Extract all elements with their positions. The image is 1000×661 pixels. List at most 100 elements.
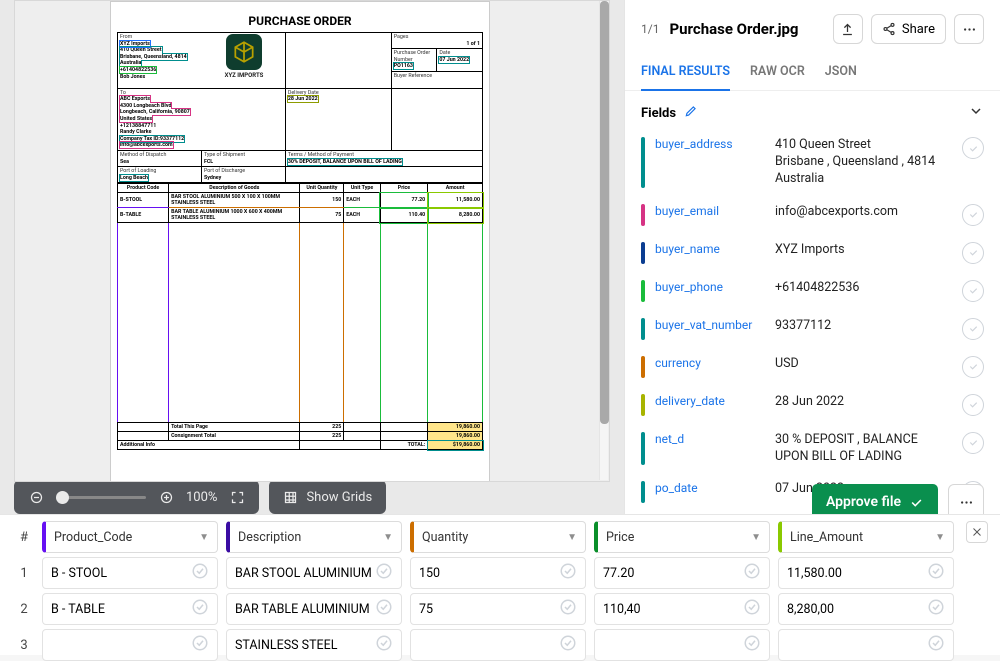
row-header: # (14, 530, 34, 545)
cell-approve-check[interactable] (375, 598, 393, 620)
zoom-out-button[interactable] (24, 485, 48, 509)
field-row: buyer_name XYZ Imports (641, 234, 984, 272)
tab-final-results[interactable]: FINAL RESULTS (641, 58, 730, 91)
cell-approve-check[interactable] (743, 634, 761, 656)
field-name[interactable]: buyer_email (655, 204, 765, 218)
cell-product-code[interactable]: B - STOOL (42, 557, 218, 589)
cell-line-amount[interactable]: 11,580.00 (778, 557, 954, 589)
table-row: 2 B - TABLEBAR TABLE ALUMINIUM75110,408,2… (14, 593, 954, 625)
column-description[interactable]: Description▼ (226, 521, 402, 553)
tab-raw-ocr[interactable]: RAW OCR (750, 58, 805, 90)
column-quantity[interactable]: Quantity▼ (410, 521, 586, 553)
field-name[interactable]: buyer_name (655, 242, 765, 256)
tab-json[interactable]: JSON (825, 58, 857, 90)
field-color-bar (641, 137, 645, 188)
cell-approve-check[interactable] (743, 598, 761, 620)
cell-approve-check[interactable] (743, 562, 761, 584)
field-value: 410 Queen StreetBrisbane , Queensland , … (775, 137, 952, 188)
field-name[interactable]: currency (655, 356, 765, 370)
cell-price[interactable] (594, 629, 770, 661)
result-tabs: FINAL RESULTS RAW OCR JSON (625, 52, 1000, 91)
cell-price[interactable]: 110,40 (594, 593, 770, 625)
cell-approve-check[interactable] (191, 598, 209, 620)
field-color-bar (641, 432, 645, 466)
document-viewer: PURCHASE ORDER XYZ IMPORTS From XYZ Impo… (0, 0, 624, 482)
field-color-bar (641, 204, 645, 226)
field-color-bar (641, 356, 645, 378)
field-approve-check[interactable] (962, 204, 984, 226)
cell-approve-check[interactable] (191, 634, 209, 656)
field-row: currencyUSD (641, 348, 984, 386)
field-row: buyer_vat_number93377112 (641, 310, 984, 348)
field-name[interactable]: net_d (655, 432, 765, 446)
cell-product-code[interactable] (42, 629, 218, 661)
upload-button[interactable] (833, 14, 863, 44)
column-line-amount[interactable]: Line_Amount▼ (778, 521, 954, 553)
field-value: info@abcexports.com (775, 204, 952, 221)
cell-description[interactable]: BAR STOOL ALUMINIUM (226, 557, 402, 589)
po-heading: PURCHASE ORDER (111, 2, 489, 28)
field-name[interactable]: po_date (655, 481, 765, 495)
column-price[interactable]: Price▼ (594, 521, 770, 553)
zoom-in-button[interactable] (154, 485, 178, 509)
field-approve-check[interactable] (962, 242, 984, 264)
edit-fields-button[interactable] (684, 104, 698, 122)
field-color-bar (641, 481, 645, 503)
cell-price[interactable]: 77.20 (594, 557, 770, 589)
field-name[interactable]: delivery_date (655, 394, 765, 408)
page-count: 1/1 (641, 22, 659, 36)
field-name[interactable]: buyer_address (655, 137, 765, 151)
field-value: +61404822536 (775, 280, 952, 297)
cell-approve-check[interactable] (559, 634, 577, 656)
field-approve-check[interactable] (962, 356, 984, 378)
cell-approve-check[interactable] (375, 562, 393, 584)
cell-description[interactable]: BAR TABLE ALUMINIUM (226, 593, 402, 625)
show-grids-button[interactable]: Show Grids (269, 480, 386, 514)
field-name[interactable]: buyer_vat_number (655, 318, 765, 332)
column-product-code[interactable]: Product_Code▼ (42, 521, 218, 553)
close-table-button[interactable] (966, 521, 988, 543)
share-button[interactable]: Share (871, 14, 946, 44)
field-value: 30 % DEPOSIT , BALANCE UPON BILL OF LADI… (775, 432, 952, 466)
field-approve-check[interactable] (962, 318, 984, 340)
field-approve-check[interactable] (962, 280, 984, 302)
field-row: net_d 30 % DEPOSIT , BALANCE UPON BILL OF… (641, 424, 984, 474)
field-approve-check[interactable] (962, 432, 984, 454)
cell-approve-check[interactable] (927, 634, 945, 656)
field-value: 28 Jun 2022 (775, 394, 952, 411)
field-row: delivery_date 28 Jun 2022 (641, 386, 984, 424)
zoom-slider[interactable] (56, 496, 146, 499)
cell-approve-check[interactable] (559, 598, 577, 620)
viewer-toolbar: 100% Show Grids (0, 480, 624, 514)
cell-approve-check[interactable] (191, 562, 209, 584)
field-row: buyer_address 410 Queen StreetBrisbane , … (641, 129, 984, 196)
cell-line-amount[interactable] (778, 629, 954, 661)
vertical-scrollbar[interactable] (599, 1, 608, 480)
cell-quantity[interactable] (410, 629, 586, 661)
cell-description[interactable]: STAINLESS STEEL (226, 629, 402, 661)
cell-approve-check[interactable] (559, 562, 577, 584)
field-approve-check[interactable] (962, 394, 984, 416)
cell-quantity[interactable]: 75 (410, 593, 586, 625)
row-number: 2 (14, 602, 34, 617)
cell-approve-check[interactable] (375, 634, 393, 656)
cell-quantity[interactable]: 150 (410, 557, 586, 589)
cell-product-code[interactable]: B - TABLE (42, 593, 218, 625)
results-panel: 1/1 Purchase Order.jpg Share (624, 0, 1000, 514)
fullscreen-button[interactable] (225, 485, 249, 509)
field-row: buyer_email info@abcexports.com (641, 196, 984, 234)
cell-approve-check[interactable] (927, 562, 945, 584)
field-name[interactable]: buyer_phone (655, 280, 765, 294)
more-menu-button[interactable] (954, 14, 984, 44)
cell-approve-check[interactable] (927, 598, 945, 620)
field-color-bar (641, 280, 645, 302)
cell-line-amount[interactable]: 8,280,00 (778, 593, 954, 625)
row-number: 1 (14, 566, 34, 581)
fields-list: buyer_address 410 Queen StreetBrisbane , … (625, 129, 1000, 514)
fields-heading: Fields (641, 106, 676, 121)
doc-title: Purchase Order.jpg (669, 20, 798, 38)
field-approve-check[interactable] (962, 137, 984, 159)
field-value: XYZ Imports (775, 242, 952, 259)
collapse-fields-button[interactable] (968, 103, 984, 123)
document-page: PURCHASE ORDER XYZ IMPORTS From XYZ Impo… (110, 1, 490, 482)
